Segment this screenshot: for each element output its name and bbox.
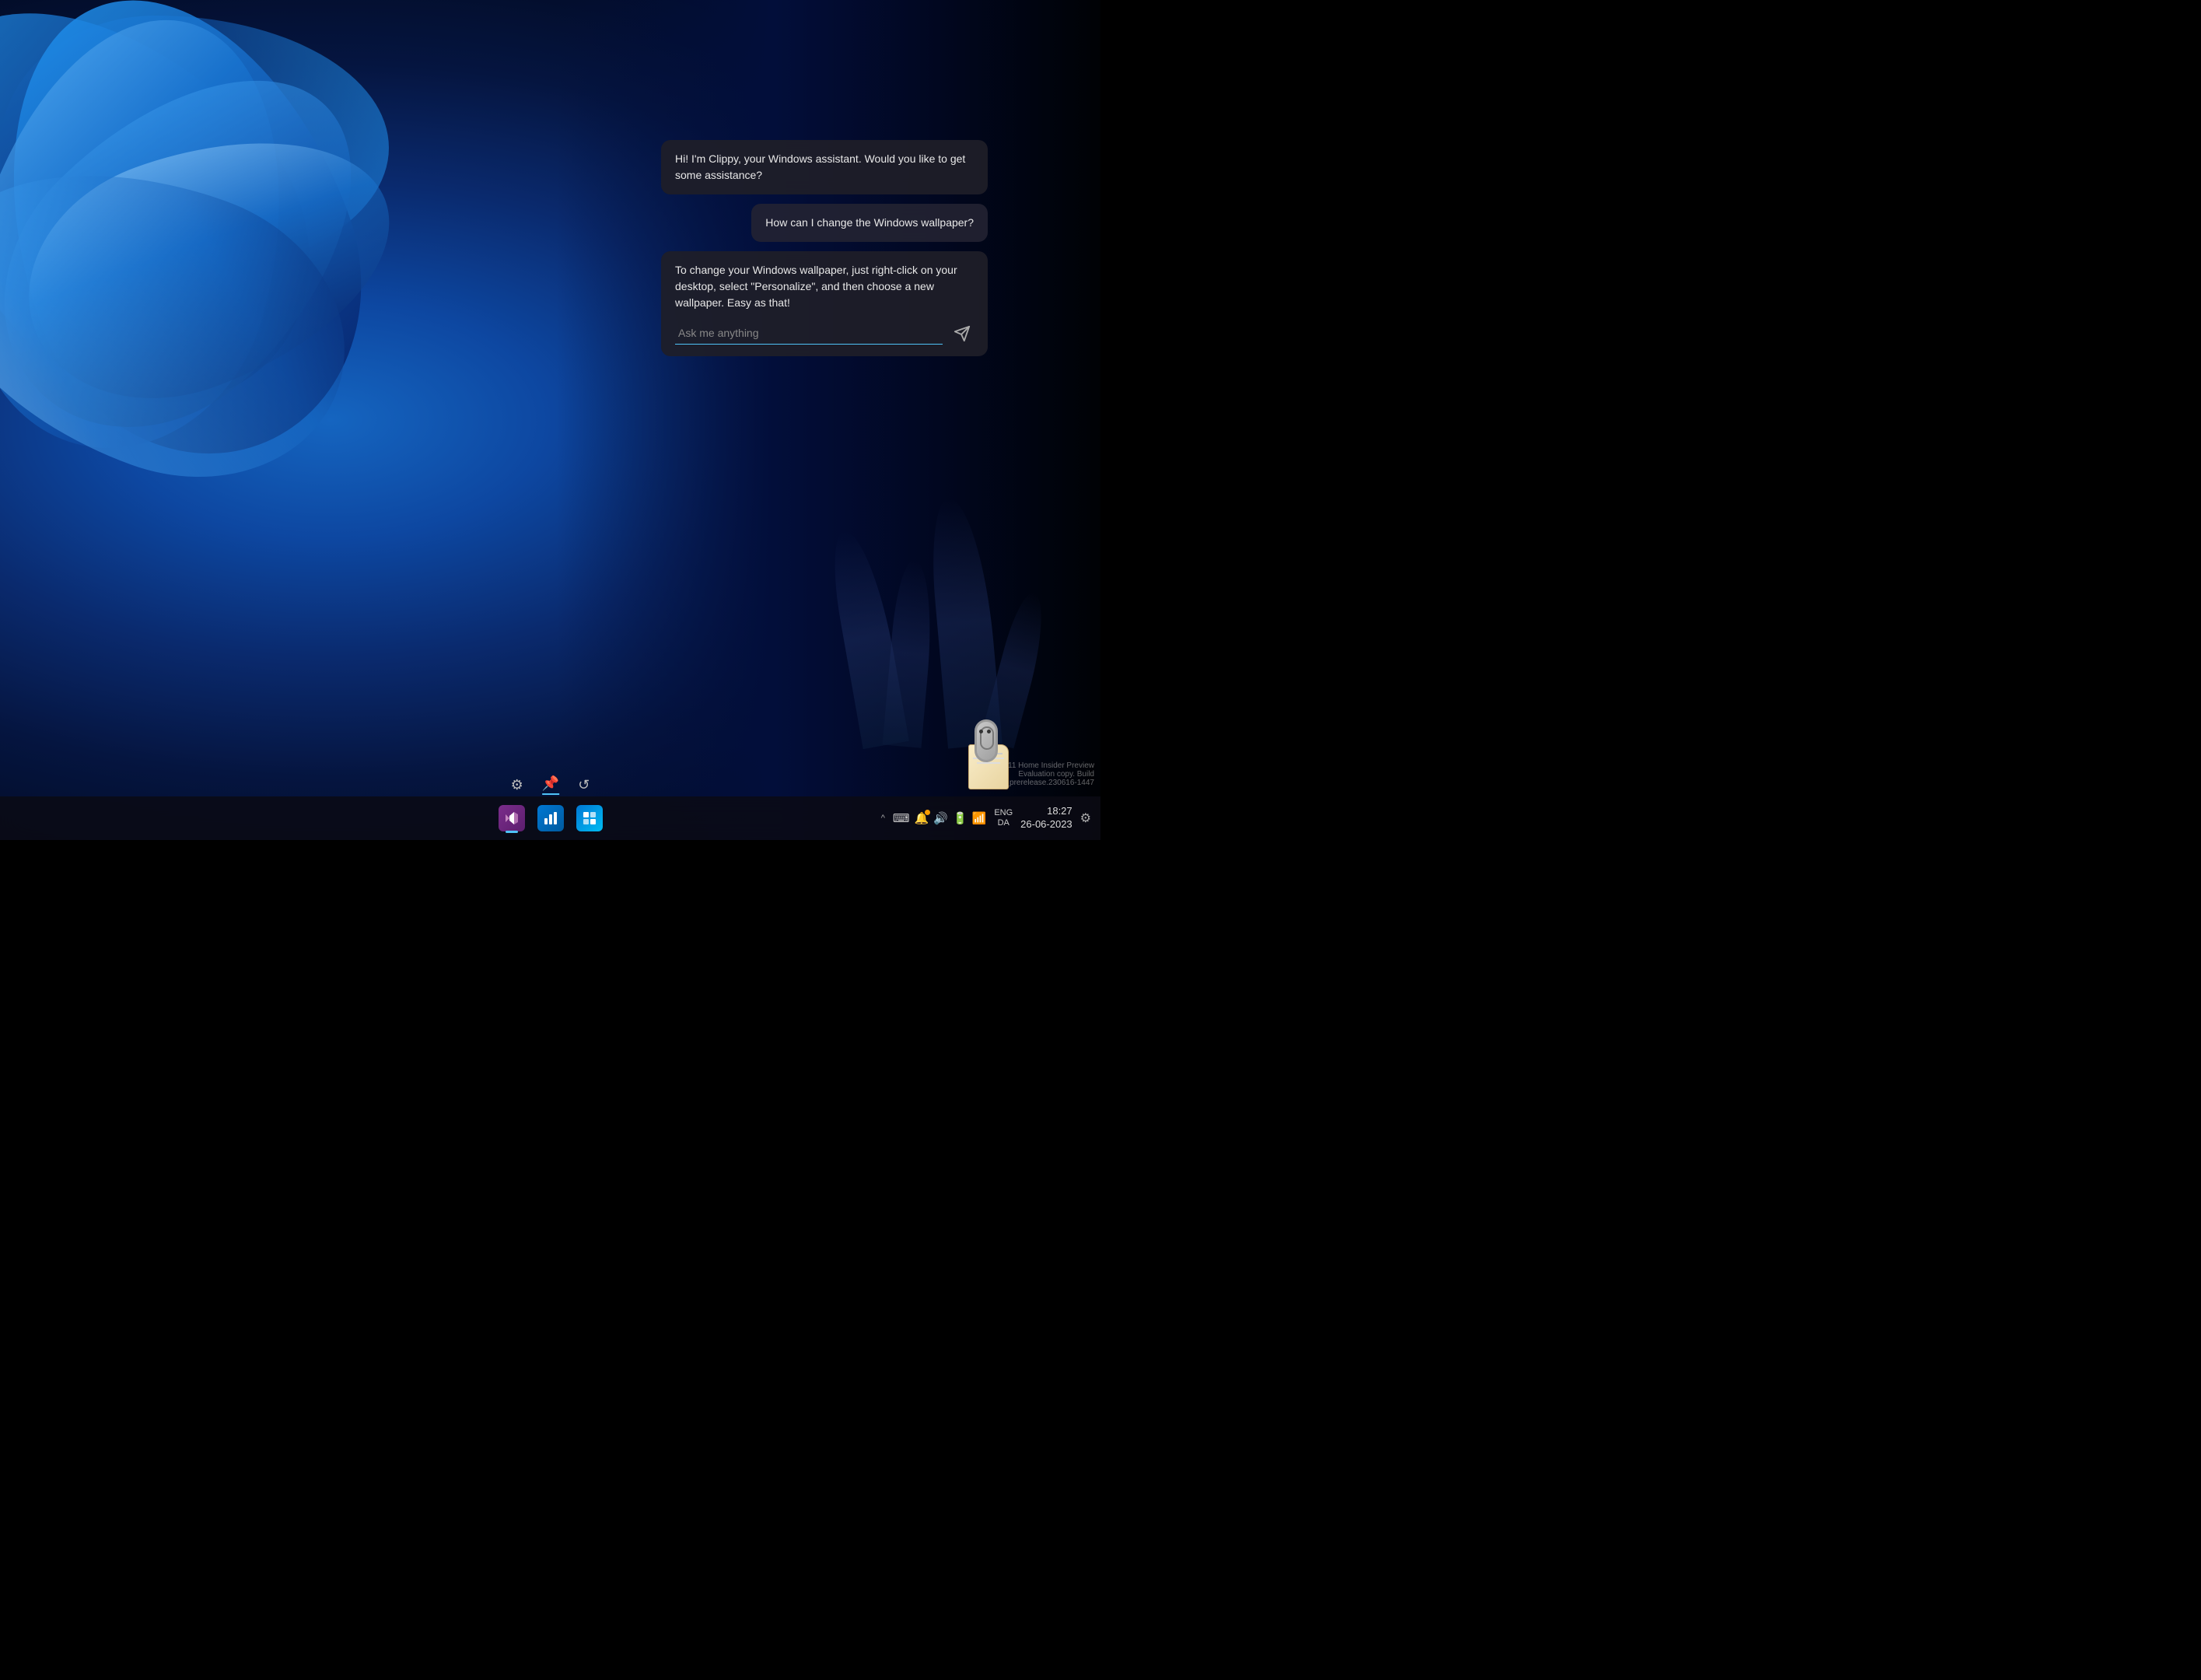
clippy-clip <box>975 719 998 762</box>
taskbar-app-visual-studio[interactable] <box>495 802 528 835</box>
underwater-plants <box>828 436 1062 747</box>
chat-input-area <box>675 322 974 345</box>
pin-toolbar-icon[interactable]: 📌 <box>542 775 559 795</box>
bottom-toolbar: ⚙ 📌 ↺ <box>511 775 590 795</box>
settings-toolbar-icon[interactable]: ⚙ <box>511 777 523 793</box>
clippy-mascot[interactable] <box>961 719 1023 789</box>
taskbar-app-analytics[interactable] <box>534 802 567 835</box>
chat-input[interactable] <box>675 324 943 345</box>
visual-studio-icon <box>499 805 525 831</box>
language-indicator[interactable]: ENG DA <box>994 808 1013 828</box>
store-svg <box>582 810 597 826</box>
chat-bubble-user-1: How can I change the Windows wallpaper? <box>751 204 988 242</box>
clock-date: 26-06-2023 <box>1020 818 1073 831</box>
taskbar: ^ ⌨ 🔔 🔊 🔋 📶 ENG DA 18:27 26-06-2023 ⚙ <box>0 796 1100 840</box>
chat-bubble-assistant-1: Hi! I'm Clippy, your Windows assistant. … <box>661 140 988 194</box>
wallpaper-art <box>0 0 560 653</box>
taskbar-right: ^ ⌨ 🔔 🔊 🔋 📶 ENG DA 18:27 26-06-2023 ⚙ <box>881 805 1091 831</box>
clock-time: 18:27 <box>1047 805 1073 818</box>
tray-volume-icon[interactable]: 🔊 <box>933 811 948 825</box>
send-icon <box>954 325 971 342</box>
tray-notification-icon[interactable]: 🔔 <box>915 811 929 825</box>
chat-message-text: To change your Windows wallpaper, just r… <box>675 264 957 309</box>
tray-keyboard-icon[interactable]: ⌨ <box>893 811 910 825</box>
refresh-toolbar-icon[interactable]: ↺ <box>578 777 590 793</box>
chat-panel: Hi! I'm Clippy, your Windows assistant. … <box>661 140 988 356</box>
chat-bubble-assistant-2: To change your Windows wallpaper, just r… <box>661 251 988 356</box>
clippy-eyes <box>979 730 991 733</box>
clippy-body <box>961 719 1023 789</box>
chat-message-text: How can I change the Windows wallpaper? <box>765 216 974 229</box>
taskbar-app-store[interactable] <box>573 802 606 835</box>
clippy-eye-right <box>987 730 991 733</box>
tray-settings-icon[interactable]: ⚙ <box>1080 810 1091 826</box>
tray-battery-icon[interactable]: 🔋 <box>953 811 968 825</box>
store-icon <box>576 805 603 831</box>
plant <box>883 558 938 747</box>
lang-da: DA <box>998 818 1010 828</box>
clippy-eye-left <box>979 730 983 733</box>
chart-icon <box>537 805 564 831</box>
tray-icons: ⌨ 🔔 🔊 🔋 📶 <box>893 811 986 825</box>
lang-eng: ENG <box>994 808 1013 818</box>
taskbar-center <box>495 802 606 835</box>
chart-svg <box>543 810 558 826</box>
desktop: Hi! I'm Clippy, your Windows assistant. … <box>0 0 1100 840</box>
system-clock[interactable]: 18:27 26-06-2023 <box>1020 805 1073 831</box>
tray-chevron[interactable]: ^ <box>881 814 885 823</box>
chat-message-text: Hi! I'm Clippy, your Windows assistant. … <box>675 152 965 181</box>
send-button[interactable] <box>950 322 974 345</box>
vs-svg <box>504 810 520 826</box>
clippy-line-3 <box>977 762 1000 764</box>
tray-wifi-icon[interactable]: 📶 <box>972 811 987 825</box>
